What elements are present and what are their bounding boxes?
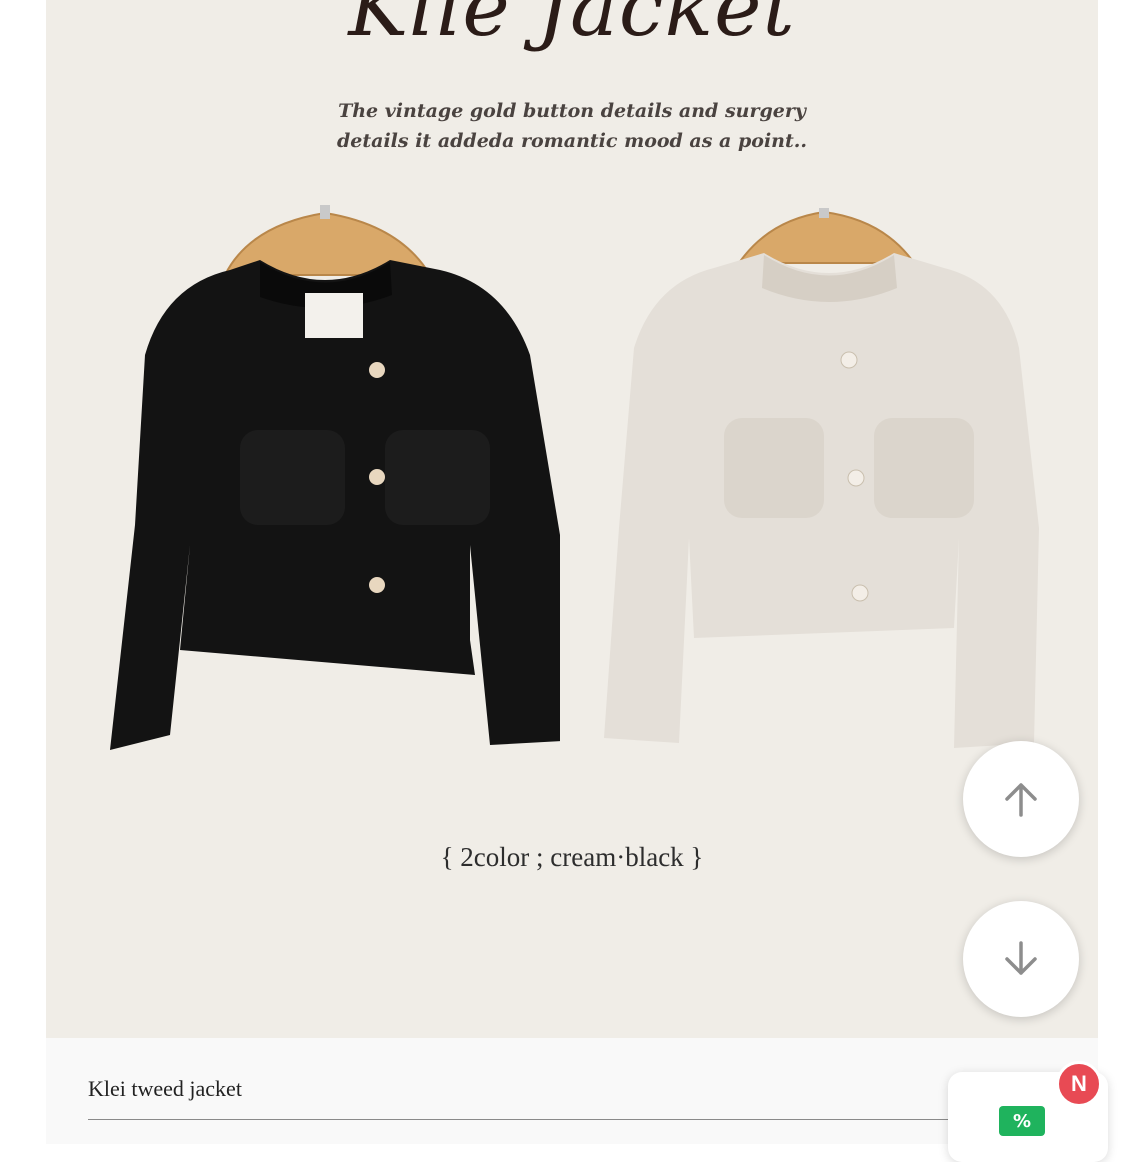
new-badge: N: [1056, 1061, 1102, 1107]
coupon-percent-icon[interactable]: %: [999, 1106, 1045, 1136]
description-line-2: details it addeda romantic mood as a poi…: [337, 130, 807, 152]
description-line-1: The vintage gold button details and surg…: [338, 100, 806, 122]
cream-jacket-image: [594, 208, 1044, 763]
product-name: Klei tweed jacket: [88, 1076, 242, 1101]
scroll-down-button[interactable]: [963, 901, 1079, 1017]
product-detail-canvas: Klie Jacket The vintage gold button deta…: [46, 0, 1098, 1144]
color-options-caption: { 2color ; cream·black }: [440, 842, 704, 872]
page-title: Klie Jacket: [348, 0, 796, 54]
name-divider: [88, 1119, 948, 1120]
arrow-up-icon: [1005, 783, 1037, 817]
arrow-down-icon: [1005, 941, 1037, 975]
scroll-up-button[interactable]: [963, 741, 1079, 857]
black-jacket-image: [110, 205, 560, 760]
product-description: The vintage gold button details and surg…: [46, 96, 1098, 156]
